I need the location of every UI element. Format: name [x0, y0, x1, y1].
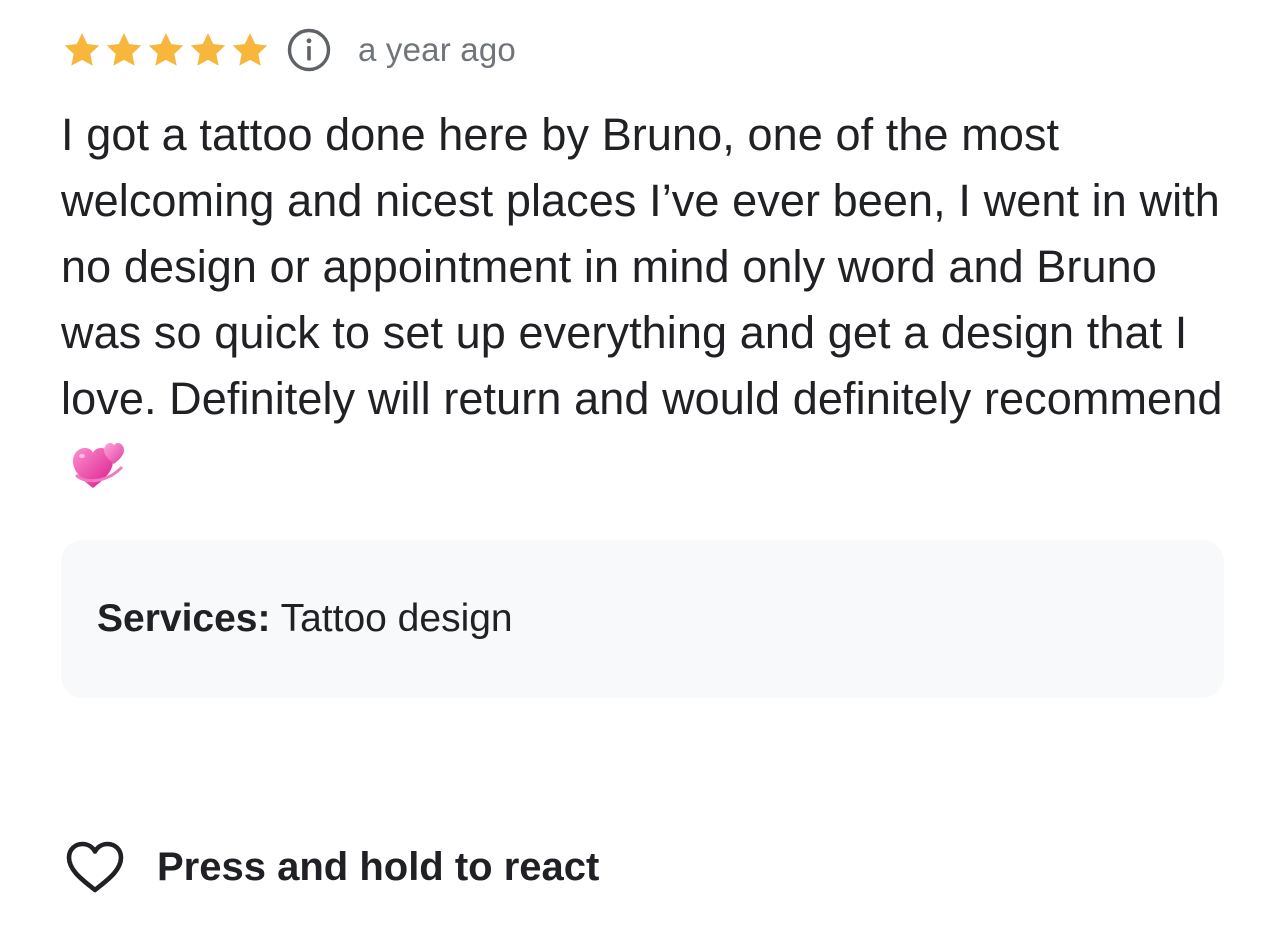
star-rating	[62, 30, 270, 70]
heart-outline-icon	[66, 841, 124, 893]
review-timestamp: a year ago	[358, 31, 516, 68]
info-icon[interactable]	[286, 27, 332, 73]
review-meta: a year ago	[62, 26, 516, 74]
services-line: Services: Tattoo design	[97, 596, 513, 642]
services-value: Tattoo design	[280, 597, 513, 640]
revolving-hearts-emoji	[73, 443, 124, 488]
star-icon	[190, 33, 226, 66]
review-text: I got a tattoo done here by Bruno, one o…	[61, 109, 1223, 424]
review-card: a year ago I got a tattoo done here by B…	[0, 0, 1284, 929]
review-text-block: I got a tattoo done here by Bruno, one o…	[61, 102, 1231, 498]
star-icon	[64, 33, 100, 66]
react-button[interactable]: Press and hold to react	[64, 835, 599, 899]
star-icon	[232, 33, 268, 66]
services-box: Services: Tattoo design	[61, 540, 1224, 698]
star-icon	[148, 33, 184, 66]
star-icon	[106, 33, 142, 66]
react-label: Press and hold to react	[157, 844, 600, 889]
services-label: Services:	[97, 597, 271, 640]
